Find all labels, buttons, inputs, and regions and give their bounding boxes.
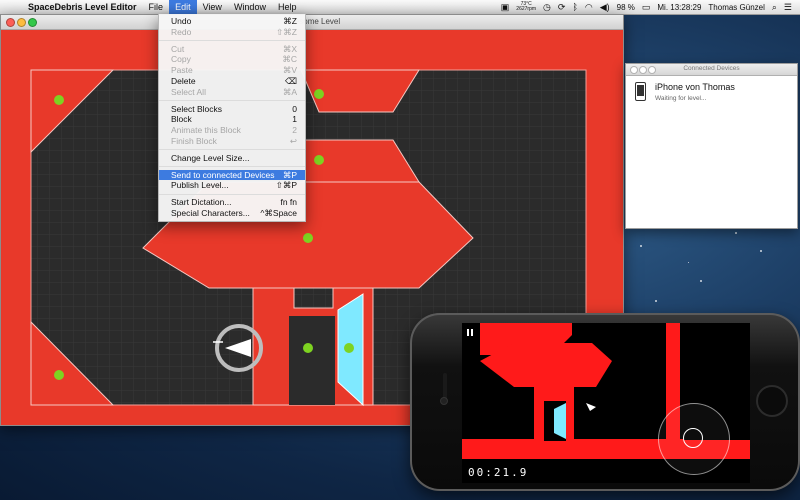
menu-item-label: Cut — [171, 43, 185, 54]
menu-separator — [159, 100, 305, 102]
menu-item-label: Redo — [171, 26, 192, 37]
menu-item-label: Paste — [171, 65, 193, 76]
menu-separator — [159, 166, 305, 168]
menu-item-shortcut: 2 — [292, 125, 297, 136]
menu-file[interactable]: File — [143, 0, 170, 14]
menu-item-paste: Paste ⌘V — [159, 65, 305, 76]
menu-item-shortcut: ⌘P — [282, 169, 297, 180]
spotlight-icon[interactable]: ⌕ — [772, 2, 777, 13]
editor-titlebar[interactable]: Awesome Level — [1, 15, 623, 30]
green-dot-marker[interactable] — [314, 155, 324, 165]
green-dot-marker[interactable] — [54, 95, 64, 105]
menu-window[interactable]: Window — [228, 0, 272, 14]
menu-item-animate-this-block: Animate this Block 2 — [159, 125, 305, 136]
menu-edit[interactable]: Edit — [169, 0, 197, 14]
menu-item-label: Send to connected Devices — [171, 169, 275, 180]
green-dot-marker[interactable] — [303, 343, 313, 353]
display-icon[interactable]: ▣ — [501, 2, 510, 13]
time-machine-icon[interactable]: ◷ — [543, 2, 551, 13]
menu-item-special-characters[interactable]: Special Characters... ^⌘Space — [159, 208, 305, 219]
menu-item-label: Change Level Size... — [171, 152, 250, 163]
menu-item-label: Finish Block — [171, 135, 217, 146]
user-name[interactable]: Thomas Günzel — [708, 3, 764, 12]
menu-item-delete[interactable]: Delete ⌫ — [159, 76, 305, 87]
menu-item-shortcut: ⌘C — [282, 54, 297, 65]
menu-item-label: Block — [171, 114, 192, 125]
menu-item-cut: Cut ⌘X — [159, 44, 305, 55]
menu-item-shortcut: ⇧⌘Z — [276, 26, 297, 37]
menu-separator — [159, 40, 305, 42]
game-timer: 00:21.9 — [468, 466, 529, 479]
green-dot-marker[interactable] — [344, 343, 354, 353]
menu-item-label: Select Blocks — [171, 103, 223, 114]
pause-icon[interactable] — [467, 329, 475, 337]
menu-item-label: Copy — [171, 54, 191, 65]
menu-item-finish-block: Finish Block ↩ — [159, 136, 305, 147]
menu-item-label: Animate this Block — [171, 125, 241, 136]
menu-item-send-to-connected-devices[interactable]: Send to connected Devices ⌘P — [159, 169, 305, 181]
menu-item-undo[interactable]: Undo ⌘Z — [159, 16, 305, 27]
menu-item-select-blocks[interactable]: Select Blocks 0 — [159, 104, 305, 115]
menu-item-publish-level[interactable]: Publish Level... ⇧⌘P — [159, 180, 305, 191]
menu-item-start-dictation[interactable]: Start Dictation... fn fn — [159, 197, 305, 208]
menu-bar: SpaceDebris Level Editor File Edit View … — [0, 0, 800, 15]
menu-item-shortcut: ⇧⌘P — [275, 180, 297, 191]
menu-item-shortcut: fn fn — [280, 197, 297, 208]
menu-help[interactable]: Help — [272, 0, 303, 14]
menu-item-shortcut: 1 — [292, 114, 297, 125]
virtual-joystick[interactable] — [658, 403, 730, 475]
devices-titlebar[interactable]: Connected Devices — [626, 64, 797, 76]
wifi-icon[interactable]: ◠ — [585, 2, 593, 13]
joystick-knob[interactable] — [683, 428, 703, 448]
menu-item-label: Start Dictation... — [171, 197, 232, 208]
trunk-floor — [289, 316, 335, 405]
menu-item-shortcut: ↩ — [289, 135, 297, 146]
battery-icon: ▭ — [641, 1, 651, 12]
menu-item-shortcut: ⌘A — [282, 86, 297, 97]
menu-item-label: Undo — [171, 16, 192, 26]
menu-app-name[interactable]: SpaceDebris Level Editor — [22, 0, 143, 14]
menu-item-redo: Redo ⇧⌘Z — [159, 27, 305, 38]
menu-item-change-level-size[interactable]: Change Level Size... — [159, 153, 305, 164]
green-dot-marker[interactable] — [314, 89, 324, 99]
menu-item-block[interactable]: Block 1 — [159, 114, 305, 125]
device-name: iPhone von Thomas — [655, 82, 735, 92]
home-button[interactable] — [756, 385, 788, 417]
menu-item-shortcut: ⌫ — [284, 75, 297, 86]
menu-item-select-all: Select All ⌘A — [159, 87, 305, 98]
device-list-item[interactable]: iPhone von Thomas Waiting for level... — [635, 82, 735, 102]
menu-item-shortcut: 0 — [292, 103, 297, 114]
menu-item-label: Special Characters... — [171, 207, 250, 218]
camera-icon — [440, 397, 448, 405]
volume-icon[interactable]: ◀) — [600, 2, 610, 13]
menu-item-shortcut: ⌘X — [282, 43, 297, 54]
temp-readout[interactable]: 73°C 2627rpm — [516, 2, 536, 12]
game-screen[interactable]: 00:21.9 — [462, 323, 750, 483]
menu-separator — [159, 193, 305, 195]
iphone-icon — [635, 82, 646, 101]
menu-item-label: Select All — [171, 86, 206, 97]
edit-menu-dropdown: Undo ⌘Z Redo ⇧⌘Z Cut ⌘X Copy ⌘C Paste ⌘V Delete ⌫ Se… — [158, 14, 306, 222]
bluetooth-icon[interactable]: ᛒ — [572, 2, 577, 12]
notification-center-icon[interactable]: ☰ — [784, 2, 792, 13]
device-status: Waiting for level... — [655, 95, 707, 102]
connected-devices-window: Connected Devices iPhone von Thomas Wait… — [625, 63, 798, 229]
menu-separator — [159, 149, 305, 151]
iphone-device: 00:21.9 — [410, 313, 800, 491]
menu-item-shortcut: ⌘V — [282, 65, 297, 76]
menu-item-copy: Copy ⌘C — [159, 54, 305, 65]
battery-percent[interactable]: 98 % — [617, 3, 635, 12]
editor-window-title: Awesome Level — [283, 17, 341, 26]
green-dot-marker[interactable] — [54, 370, 64, 380]
clock[interactable]: Mi. 13:28:29 — [657, 3, 701, 12]
devices-window-title: Connected Devices — [683, 65, 740, 72]
menu-item-shortcut: ^⌘Space — [260, 207, 297, 218]
menu-view[interactable]: View — [197, 0, 228, 14]
sync-icon[interactable]: ⟳ — [558, 2, 566, 13]
menu-item-shortcut: ⌘Z — [283, 16, 297, 26]
green-dot-marker[interactable] — [303, 233, 313, 243]
menu-item-label: Publish Level... — [171, 180, 229, 191]
menu-item-label: Delete — [171, 75, 196, 86]
